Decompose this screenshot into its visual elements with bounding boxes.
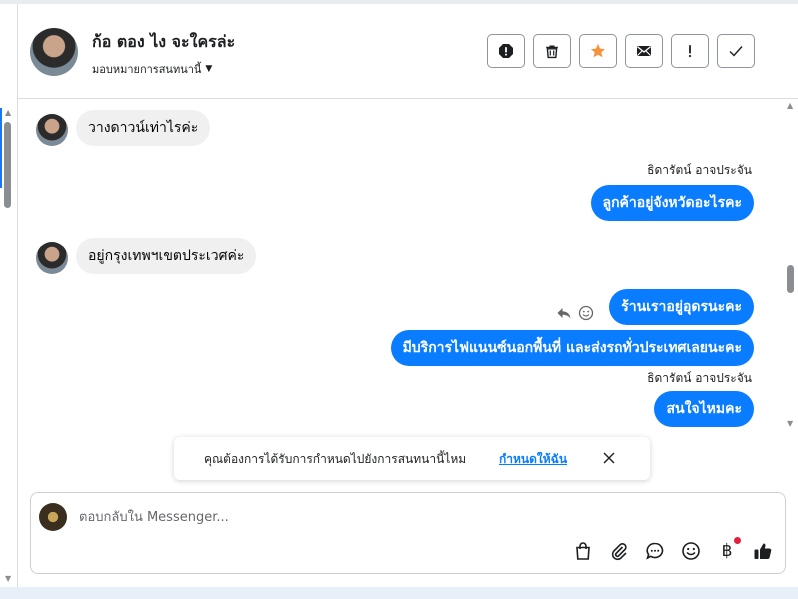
saved-replies-button[interactable] bbox=[645, 541, 665, 561]
assign-prompt-text: คุณต้องการได้รับการกำหนดไปยังการสนทนานี้… bbox=[204, 452, 467, 466]
assign-label: มอบหมายการสนทนานี้ bbox=[92, 63, 202, 76]
exclamation-icon bbox=[688, 45, 692, 58]
message-composer: ฿ bbox=[30, 492, 786, 574]
mark-spam-button[interactable] bbox=[487, 34, 525, 68]
contact-avatar-small[interactable] bbox=[36, 114, 68, 146]
star-button[interactable] bbox=[579, 34, 617, 68]
page-avatar bbox=[39, 503, 67, 531]
shopping-bag-button[interactable] bbox=[573, 541, 593, 561]
paperclip-icon bbox=[611, 543, 627, 561]
payment-button[interactable]: ฿ bbox=[717, 537, 741, 561]
outgoing-message[interactable]: สนใจไหมคะ bbox=[654, 391, 754, 427]
contact-name[interactable]: ก้อ ตอง ไง จะใครล่ะ bbox=[92, 30, 235, 55]
outgoing-message[interactable]: ร้านเราอยู่อุดรนะคะ bbox=[609, 289, 754, 325]
assign-prompt: คุณต้องการได้รับการกำหนดไปยังการสนทนานี้… bbox=[174, 437, 650, 480]
scroll-down-arrow-icon[interactable]: ▼ bbox=[787, 419, 793, 428]
emoji-button[interactable] bbox=[681, 541, 701, 561]
envelope-icon bbox=[637, 46, 651, 56]
contact-avatar[interactable] bbox=[30, 28, 78, 76]
follow-up-button[interactable] bbox=[671, 34, 709, 68]
assign-to-me-link[interactable]: กำหนดให้ฉัน bbox=[499, 450, 567, 469]
conversation-toolbar bbox=[487, 34, 755, 68]
scroll-up-arrow-icon[interactable]: ▲ bbox=[5, 108, 11, 117]
message-scrollbar[interactable]: ▲ ▼ bbox=[784, 99, 798, 432]
outgoing-message[interactable]: มีบริการไฟแนนซ์นอกพื้นที่ และส่งรถทั่วปร… bbox=[390, 330, 754, 366]
bottom-strip bbox=[0, 587, 798, 599]
shopping-bag-icon bbox=[576, 542, 590, 560]
baht-icon: ฿ bbox=[721, 541, 733, 561]
incoming-message[interactable]: อยู่กรุงเทพฯเขตประเวศค่ะ bbox=[76, 238, 257, 274]
reply-icon[interactable] bbox=[556, 305, 572, 321]
like-button[interactable] bbox=[753, 541, 773, 561]
star-icon bbox=[591, 44, 605, 58]
selected-indicator bbox=[0, 108, 2, 188]
assign-conversation-dropdown[interactable]: มอบหมายการสนทนานี้ ▼ bbox=[92, 60, 212, 78]
mark-done-button[interactable] bbox=[717, 34, 755, 68]
chat-bubble-icon bbox=[646, 542, 664, 560]
conversation-header: ก้อ ตอง ไง จะใครล่ะ มอบหมายการสนทนานี้ ▼ bbox=[18, 4, 798, 99]
scrollbar-thumb[interactable] bbox=[4, 122, 11, 208]
contact-avatar-small[interactable] bbox=[36, 242, 68, 274]
conversation-list-scrollbar[interactable]: ▲ ▼ bbox=[0, 4, 18, 587]
check-icon bbox=[729, 46, 743, 57]
sender-name: ธิดารัตน์ อาจประจัน bbox=[647, 163, 752, 177]
sender-name: ธิดารัตน์ อาจประจัน bbox=[647, 371, 752, 385]
exclamation-circle-icon bbox=[499, 44, 513, 58]
caret-down-icon: ▼ bbox=[205, 64, 213, 74]
message-thread[interactable]: วางดาวน์เท่าไรค่ะ ธิดารัตน์ อาจประจัน ลู… bbox=[18, 99, 798, 432]
scroll-down-arrow-icon[interactable]: ▼ bbox=[5, 574, 11, 583]
trash-icon bbox=[546, 45, 558, 59]
close-icon[interactable] bbox=[601, 450, 617, 466]
attach-button[interactable] bbox=[609, 541, 629, 561]
outgoing-message[interactable]: ลูกค้าอยู่จังหวัดอะไรคะ bbox=[590, 185, 754, 221]
emoji-icon bbox=[682, 542, 700, 560]
mark-unread-button[interactable] bbox=[625, 34, 663, 68]
thumbs-up-icon bbox=[754, 543, 772, 560]
delete-button[interactable] bbox=[533, 34, 571, 68]
reply-input[interactable] bbox=[79, 507, 679, 527]
react-emoji-icon[interactable] bbox=[578, 305, 594, 321]
scroll-up-arrow-icon[interactable]: ▲ bbox=[787, 101, 793, 110]
scrollbar-thumb[interactable] bbox=[787, 265, 794, 293]
notification-dot bbox=[734, 537, 741, 544]
incoming-message[interactable]: วางดาวน์เท่าไรค่ะ bbox=[76, 110, 211, 146]
message-actions bbox=[556, 305, 594, 321]
composer-toolbar: ฿ bbox=[573, 537, 773, 561]
